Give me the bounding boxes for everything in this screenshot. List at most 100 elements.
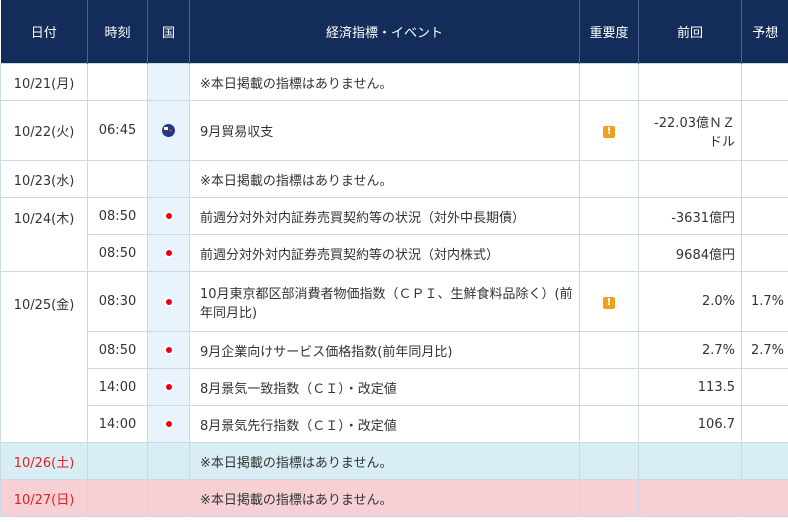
row-time: 14:00	[87, 405, 148, 443]
row-previous	[638, 479, 742, 517]
row-forecast: 2.7%	[741, 331, 788, 369]
row-event: ※本日掲載の指標はありません。	[189, 442, 580, 480]
row-forecast	[741, 234, 788, 272]
row-time: 08:50	[87, 197, 148, 235]
table-row: 10/25(金) 08:30 10月東京都区部消費者物価指数（ＣＰＩ、生鮮食料品…	[0, 271, 788, 443]
row-country	[147, 479, 190, 517]
row-importance	[579, 368, 639, 406]
row-time: 14:00	[87, 368, 148, 406]
table-row: 14:00 8月景気一致指数（ＣＩ）・改定値 113.5	[1, 368, 788, 406]
row-date: 10/27(日)	[0, 479, 88, 517]
row-previous: 113.5	[638, 368, 742, 406]
row-forecast: 1.7%	[741, 271, 788, 332]
row-previous	[638, 160, 742, 198]
header-event: 経済指標・イベント	[189, 0, 580, 64]
row-country	[147, 331, 190, 369]
nz-flag-icon	[162, 124, 175, 137]
row-country	[147, 100, 190, 161]
row-date: 10/26(土)	[0, 442, 88, 480]
row-time	[87, 160, 148, 198]
table-row: 10/23(水) ※本日掲載の指標はありません。	[0, 160, 788, 198]
row-date: 10/21(月)	[0, 63, 88, 101]
row-previous: 106.7	[638, 405, 742, 443]
row-previous	[638, 442, 742, 480]
jp-flag-icon	[165, 421, 172, 427]
row-country	[147, 160, 190, 198]
jp-flag-icon	[165, 384, 172, 390]
row-country	[147, 234, 190, 272]
row-country	[147, 197, 190, 235]
jp-flag-icon	[165, 250, 172, 256]
row-date: 10/23(水)	[0, 160, 88, 198]
row-country	[147, 63, 190, 101]
table-row: 10/26(土) ※本日掲載の指標はありません。	[0, 442, 788, 480]
row-event[interactable]: 8月景気先行指数（ＣＩ）・改定値	[189, 405, 580, 443]
jp-flag-icon	[165, 347, 172, 353]
row-date: 10/24(木)	[0, 197, 88, 272]
row-event[interactable]: 前週分対外対内証券売買契約等の状況（対外中長期債）	[189, 197, 580, 235]
row-time: 08:30	[87, 271, 148, 332]
table-row: 08:50 前週分対外対内証券売買契約等の状況（対内株式） 9684億円	[1, 234, 788, 272]
jp-flag-icon	[165, 298, 172, 305]
row-importance	[579, 234, 639, 272]
row-importance	[579, 479, 639, 517]
warning-icon: !	[603, 297, 615, 309]
row-importance	[579, 442, 639, 480]
row-date: 10/25(金)	[0, 271, 88, 443]
row-forecast	[741, 100, 788, 161]
row-time	[87, 479, 148, 517]
row-event[interactable]: 9月貿易収支	[189, 100, 580, 161]
row-date: 10/22(火)	[0, 100, 88, 161]
row-importance: !	[579, 271, 639, 332]
table-row: 10/27(日) ※本日掲載の指標はありません。	[0, 479, 788, 517]
header-forecast: 予想	[741, 0, 788, 64]
row-event[interactable]: 前週分対外対内証券売買契約等の状況（対内株式）	[189, 234, 580, 272]
row-importance	[579, 197, 639, 235]
row-importance	[579, 331, 639, 369]
row-forecast	[741, 442, 788, 480]
row-event[interactable]: 8月景気一致指数（ＣＩ）・改定値	[189, 368, 580, 406]
row-previous: -3631億円	[638, 197, 742, 235]
row-forecast	[741, 405, 788, 443]
table-header-row: 日付 時刻 国 経済指標・イベント 重要度 前回 予想	[0, 0, 788, 64]
jp-flag-icon	[165, 213, 172, 219]
row-time: 06:45	[87, 100, 148, 161]
row-previous: 2.0%	[638, 271, 742, 332]
table-row: 14:00 8月景気先行指数（ＣＩ）・改定値 106.7	[1, 405, 788, 443]
row-importance: !	[579, 100, 639, 161]
table-row: 10/24(木) 08:50 前週分対外対内証券売買契約等の状況（対外中長期債）…	[0, 197, 788, 272]
row-importance	[579, 160, 639, 198]
table-row: 10/22(火) 06:45 9月貿易収支 ! -22.03億ＮＺドル	[0, 100, 788, 161]
row-time	[87, 63, 148, 101]
row-importance	[579, 405, 639, 443]
row-forecast	[741, 368, 788, 406]
header-importance: 重要度	[579, 0, 639, 64]
row-previous: 9684億円	[638, 234, 742, 272]
row-forecast	[741, 479, 788, 517]
row-forecast	[741, 160, 788, 198]
header-previous: 前回	[638, 0, 742, 64]
row-event[interactable]: 10月東京都区部消費者物価指数（ＣＰＩ、生鮮食料品除く）(前年同月比)	[189, 271, 580, 332]
row-previous: 2.7%	[638, 331, 742, 369]
row-country	[147, 442, 190, 480]
header-date: 日付	[0, 0, 88, 64]
row-forecast	[741, 63, 788, 101]
row-time	[87, 442, 148, 480]
table-row: 08:50 9月企業向けサービス価格指数(前年同月比) 2.7% 2.7%	[1, 331, 788, 369]
row-time: 08:50	[87, 234, 148, 272]
row-country	[147, 271, 190, 332]
row-event[interactable]: 9月企業向けサービス価格指数(前年同月比)	[189, 331, 580, 369]
row-previous	[638, 63, 742, 101]
row-time: 08:50	[87, 331, 148, 369]
row-event: ※本日掲載の指標はありません。	[189, 160, 580, 198]
row-importance	[579, 63, 639, 101]
economic-calendar-table: 日付 時刻 国 経済指標・イベント 重要度 前回 予想 10/21(月) ※本日…	[0, 0, 788, 517]
table-row: 10/21(月) ※本日掲載の指標はありません。	[0, 63, 788, 101]
header-country: 国	[147, 0, 190, 64]
row-forecast	[741, 197, 788, 235]
header-time: 時刻	[87, 0, 148, 64]
row-country	[147, 405, 190, 443]
row-country	[147, 368, 190, 406]
row-event: ※本日掲載の指標はありません。	[189, 479, 580, 517]
row-previous: -22.03億ＮＺドル	[638, 100, 742, 161]
